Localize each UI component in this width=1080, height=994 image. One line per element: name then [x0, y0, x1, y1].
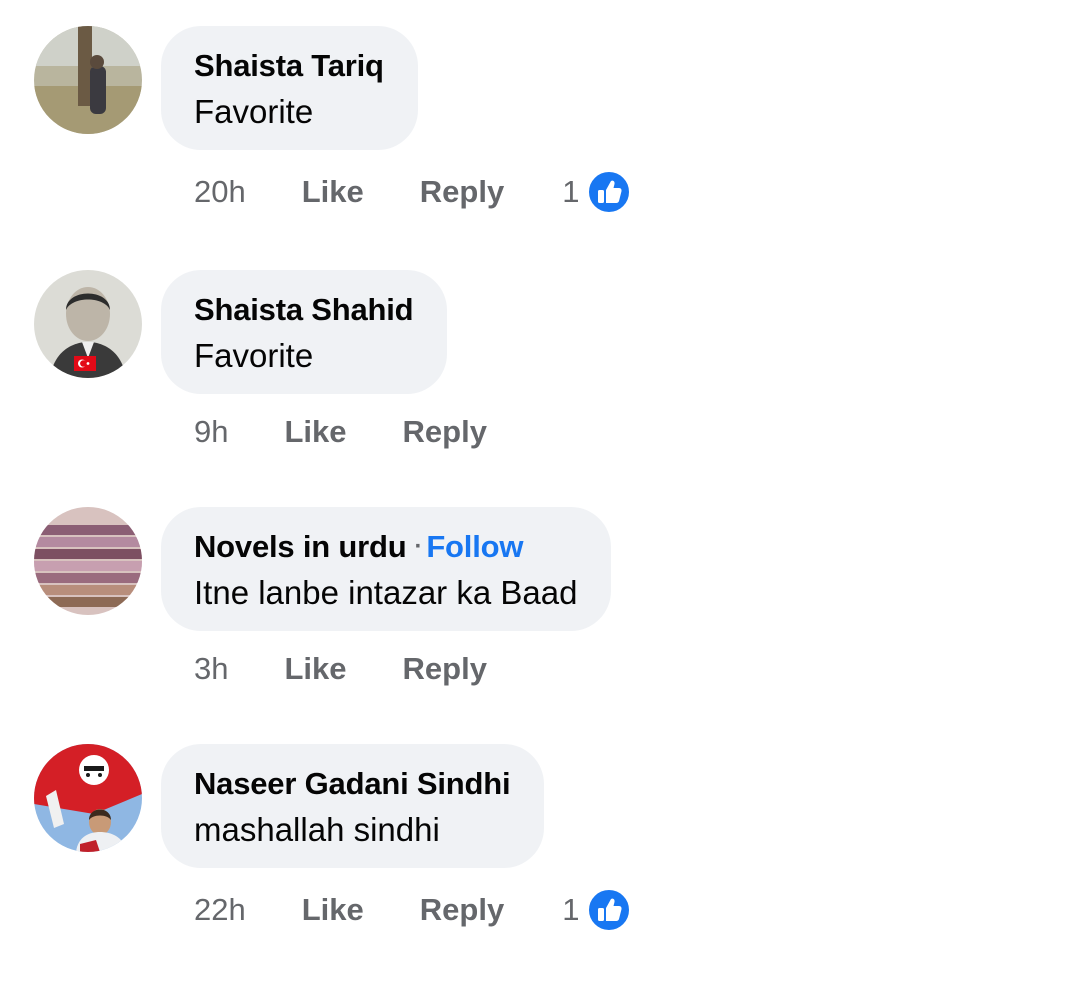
avatar-photo-icon [34, 744, 142, 852]
comment-text: Itne lanbe intazar ka Baad [194, 574, 578, 611]
comment-actions: 3h Like Reply [194, 649, 543, 689]
author-line: Naseer Gadani Sindhi [194, 764, 511, 804]
reply-button[interactable]: Reply [420, 174, 504, 210]
comment-actions: 22h Like Reply 1 [194, 888, 632, 932]
comment-bubble: Naseer Gadani Sindhi mashallah sindhi [161, 744, 545, 868]
avatar[interactable] [34, 507, 142, 615]
like-button[interactable]: Like [302, 174, 364, 210]
comment-text: Favorite [194, 93, 314, 130]
follow-button[interactable]: Follow [426, 529, 523, 564]
author-line: Novels in urdu · Follow [194, 527, 577, 567]
reactions-summary[interactable]: 1 [562, 170, 632, 214]
reactions-summary[interactable]: 1 [562, 888, 632, 932]
comment-actions: 9h Like Reply [194, 412, 543, 452]
like-icon [587, 888, 632, 932]
reply-button[interactable]: Reply [403, 414, 487, 450]
author-name[interactable]: Novels in urdu [194, 529, 407, 564]
author-line: Shaista Shahid [194, 290, 414, 330]
avatar-photo-icon [34, 270, 142, 378]
avatar[interactable] [34, 270, 142, 378]
comment-bubble: Shaista Shahid Favorite [161, 270, 448, 394]
author-line: Shaista Tariq [194, 46, 384, 86]
comment: Novels in urdu · Follow Itne lanbe intazar… [0, 481, 1080, 721]
comment-actions: 20h Like Reply 1 [194, 170, 632, 214]
like-button[interactable]: Like [284, 651, 346, 687]
reply-button[interactable]: Reply [403, 651, 487, 687]
author-name[interactable]: Shaista Shahid [194, 292, 414, 327]
avatar[interactable] [34, 744, 142, 852]
comment-bubble: Novels in urdu · Follow Itne lanbe intazar… [161, 507, 612, 631]
comment-text: Favorite [194, 337, 314, 374]
like-icon [587, 170, 632, 214]
comment-text: mashallah sindhi [194, 811, 440, 848]
separator-dot: · [414, 533, 423, 560]
reaction-count: 1 [562, 174, 580, 209]
comment: Shaista Shahid Favorite 9h Like Reply [0, 244, 1080, 484]
like-button[interactable]: Like [302, 892, 364, 928]
comment: Shaista Tariq Favorite 20h Like Reply 1 [0, 0, 1080, 240]
timestamp[interactable]: 20h [194, 174, 246, 210]
timestamp[interactable]: 9h [194, 414, 228, 450]
comment-bubble: Shaista Tariq Favorite [161, 26, 418, 150]
like-button[interactable]: Like [284, 414, 346, 450]
timestamp[interactable]: 3h [194, 651, 228, 687]
author-name[interactable]: Shaista Tariq [194, 48, 384, 83]
reply-button[interactable]: Reply [420, 892, 504, 928]
author-name[interactable]: Naseer Gadani Sindhi [194, 766, 511, 801]
avatar-photo-icon [34, 507, 142, 615]
avatar[interactable] [34, 26, 142, 134]
timestamp[interactable]: 22h [194, 892, 246, 928]
comment: Naseer Gadani Sindhi mashallah sindhi 22… [0, 718, 1080, 958]
reaction-count: 1 [562, 892, 580, 927]
avatar-photo-icon [34, 26, 142, 134]
